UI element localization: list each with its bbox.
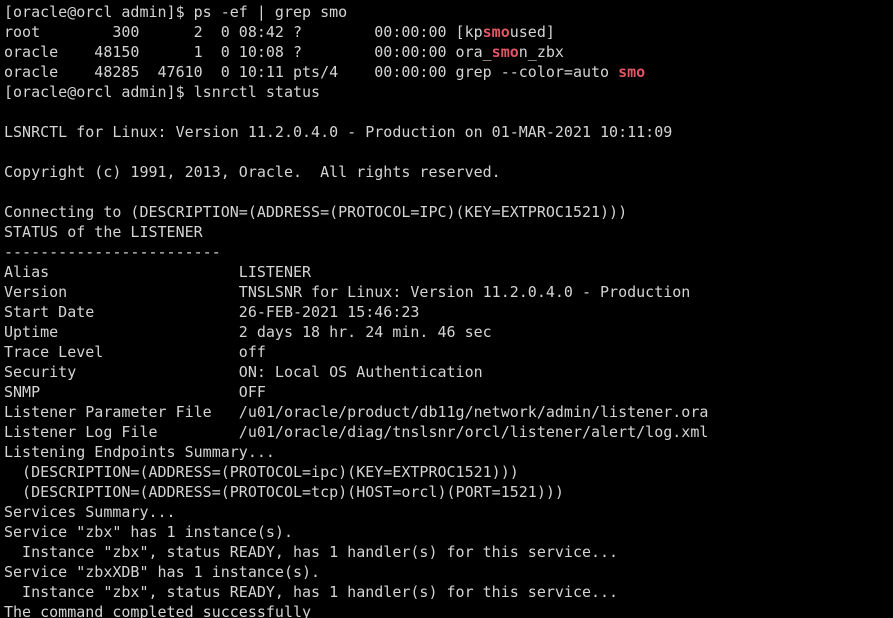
terminal-text: Connecting to (DESCRIPTION=(ADDRESS=(PRO… [4,203,628,221]
terminal-line-attr-uptime: Uptime 2 days 18 hr. 24 min. 46 sec [4,322,893,342]
terminal-line-copyright: Copyright (c) 1991, 2013, Oracle. All ri… [4,162,893,182]
terminal-text: Security ON: Local OS Authentication [4,363,483,381]
terminal-line-attr-version: Version TNSLSNR for Linux: Version 11.2.… [4,282,893,302]
terminal-command-line: [oracle@orcl admin]$ ps -ef | grep smo [4,3,348,21]
terminal-text: LSNRCTL for Linux: Version 11.2.0.4.0 - … [4,123,673,141]
terminal-text: Start Date 26-FEB-2021 15:46:23 [4,303,420,321]
terminal-text: (DESCRIPTION=(ADDRESS=(PROTOCOL=tcp)(HOS… [4,483,564,501]
terminal-text: used] [509,23,555,41]
terminal-line-endpoints-header: Listening Endpoints Summary... [4,442,893,462]
terminal-line-connecting: Connecting to (DESCRIPTION=(ADDRESS=(PRO… [4,202,893,222]
terminal-text: oracle 48150 1 0 10:08 ? 00:00:00 ora_ [4,43,492,61]
terminal-line-services-header: Services Summary... [4,502,893,522]
terminal-line-attr-alias: Alias LISTENER [4,262,893,282]
terminal-text: root 300 2 0 08:42 ? 00:00:00 [kp [4,23,483,41]
terminal-text: (DESCRIPTION=(ADDRESS=(PROTOCOL=ipc)(KEY… [4,463,519,481]
terminal-line-instance-zbx: Instance "zbx", status READY, has 1 hand… [4,542,893,562]
terminal-line-blank-1 [4,102,893,122]
terminal-line-lsnrctl-banner: LSNRCTL for Linux: Version 11.2.0.4.0 - … [4,122,893,142]
terminal-text: ------------------------ [4,243,221,261]
terminal-line-service-zbx: Service "zbx" has 1 instance(s). [4,522,893,542]
terminal-line-ps-row-root: root 300 2 0 08:42 ? 00:00:00 [kpsmoused… [4,22,893,42]
grep-match-highlight: smo [491,43,519,61]
terminal-text: Alias LISTENER [4,263,312,281]
terminal-line-attr-param-file: Listener Parameter File /u01/oracle/prod… [4,402,893,422]
terminal-line-status-header: STATUS of the LISTENER [4,222,893,242]
terminal-line-endpoint-tcp: (DESCRIPTION=(ADDRESS=(PROTOCOL=tcp)(HOS… [4,482,893,502]
terminal-line-status-rule: ------------------------ [4,242,893,262]
terminal-text: Instance "zbx", status READY, has 1 hand… [4,543,619,561]
terminal-text: oracle 48285 47610 0 10:11 pts/4 00:00:0… [4,63,619,81]
terminal-line-prompt-lsnrctl: [oracle@orcl admin]$ lsnrctl status [4,82,893,102]
terminal-line-ps-row-grep: oracle 48285 47610 0 10:11 pts/4 00:00:0… [4,62,893,82]
terminal-line-attr-security: Security ON: Local OS Authentication [4,362,893,382]
terminal-text: Service "zbx" has 1 instance(s). [4,523,293,541]
terminal-text: The command completed successfully [4,603,312,618]
terminal-text: Listener Parameter File /u01/oracle/prod… [4,403,709,421]
terminal-text: Service "zbxXDB" has 1 instance(s). [4,563,321,581]
grep-match-highlight: smo [482,23,510,41]
terminal-line-attr-log-file: Listener Log File /u01/oracle/diag/tnsls… [4,422,893,442]
terminal-line-attr-start-date: Start Date 26-FEB-2021 15:46:23 [4,302,893,322]
terminal-line-attr-trace-level: Trace Level off [4,342,893,362]
terminal-line-endpoint-ipc: (DESCRIPTION=(ADDRESS=(PROTOCOL=ipc)(KEY… [4,462,893,482]
terminal-line-attr-snmp: SNMP OFF [4,382,893,402]
terminal-line-service-zbxxdb: Service "zbxXDB" has 1 instance(s). [4,562,893,582]
terminal-command-line: [oracle@orcl admin]$ lsnrctl status [4,83,321,101]
grep-match-highlight: smo [618,63,646,81]
terminal-text: Instance "zbx", status READY, has 1 hand… [4,583,619,601]
terminal-line-instance-zbxxdb: Instance "zbx", status READY, has 1 hand… [4,582,893,602]
terminal-text: Trace Level off [4,343,266,361]
terminal-text: Uptime 2 days 18 hr. 24 min. 46 sec [4,323,492,341]
terminal-text: STATUS of the LISTENER [4,223,203,241]
terminal-text: Listener Log File /u01/oracle/diag/tnsls… [4,423,709,441]
terminal-window[interactable]: [oracle@orcl admin]$ ps -ef | grep smo ro… [0,0,893,618]
terminal-line-blank-2 [4,142,893,162]
terminal-text: Version TNSLSNR for Linux: Version 11.2.… [4,283,691,301]
terminal-text: Services Summary... [4,503,176,521]
terminal-text: SNMP OFF [4,383,266,401]
terminal-output: [oracle@orcl admin]$ ps -ef | grep smo ro… [4,2,893,618]
terminal-line-ps-row-smon: oracle 48150 1 0 10:08 ? 00:00:00 ora_sm… [4,42,893,62]
terminal-line-prompt-ps-grep: [oracle@orcl admin]$ ps -ef | grep smo [4,2,893,22]
terminal-line-blank-3 [4,182,893,202]
terminal-text: Listening Endpoints Summary... [4,443,275,461]
terminal-line-command-result: The command completed successfully [4,602,893,618]
terminal-text: Copyright (c) 1991, 2013, Oracle. All ri… [4,163,501,181]
terminal-text: n_zbx [518,43,564,61]
